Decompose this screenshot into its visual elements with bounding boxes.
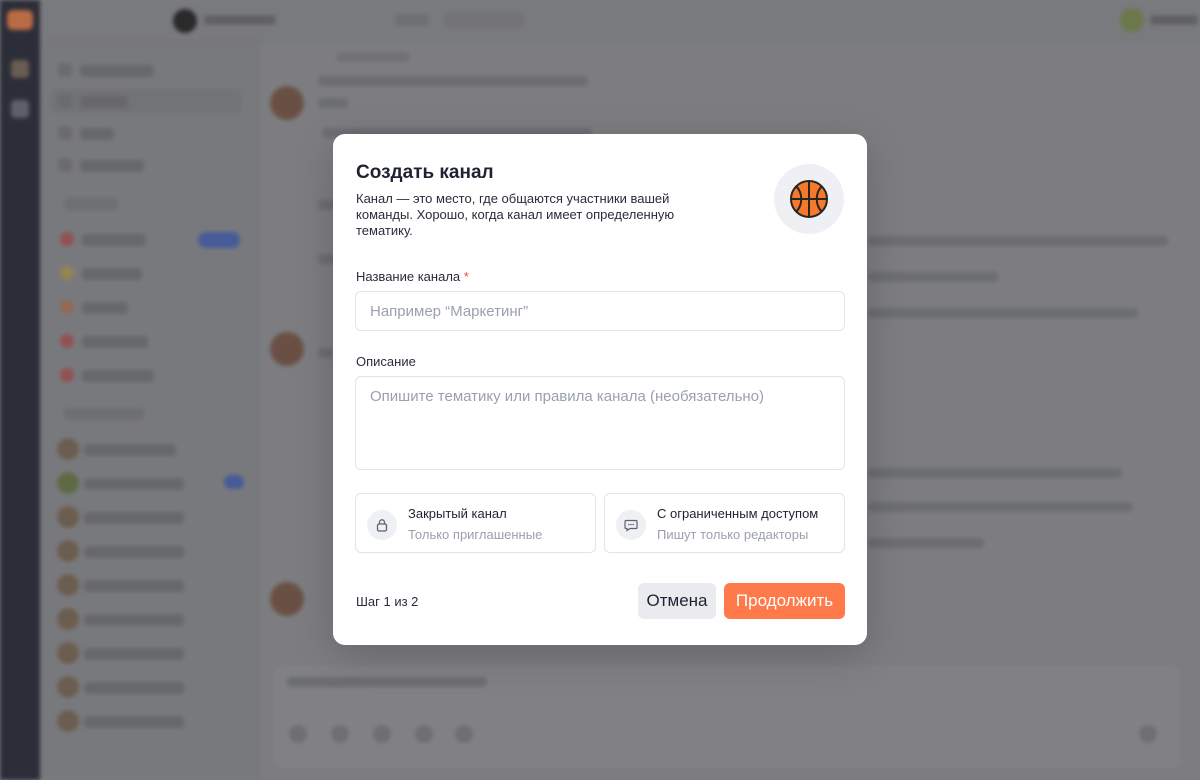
chat-bubble-icon [616,510,646,540]
restricted-channel-option[interactable]: С ограниченным доступом Пишут только ред… [604,493,845,553]
dialog-description: Канал — это место, где общаются участник… [356,191,675,238]
description-label: Описание [356,354,416,369]
channel-name-label-text: Название канала [356,269,461,284]
basketball-icon [790,180,828,218]
continue-button[interactable]: Продолжить [724,583,845,619]
option-title: С ограниченным доступом [657,506,819,521]
private-channel-option[interactable]: Закрытый канал Только приглашенные [355,493,596,553]
cancel-button[interactable]: Отмена [638,583,716,619]
option-subtitle: Пишут только редакторы [657,527,809,542]
option-title: Закрытый канал [408,506,507,521]
option-subtitle: Только приглашенные [408,527,543,542]
channel-name-input[interactable] [355,291,845,331]
channel-name-label: Название канала * [356,269,469,284]
description-textarea[interactable] [355,376,845,470]
required-mark: * [463,269,469,284]
dialog-title: Создать канал [356,162,494,183]
channel-avatar-picker[interactable] [774,164,844,234]
step-indicator: Шаг 1 из 2 [356,594,419,609]
create-channel-dialog: Создать канал Канал — это место, где общ… [333,134,867,645]
lock-icon [367,510,397,540]
